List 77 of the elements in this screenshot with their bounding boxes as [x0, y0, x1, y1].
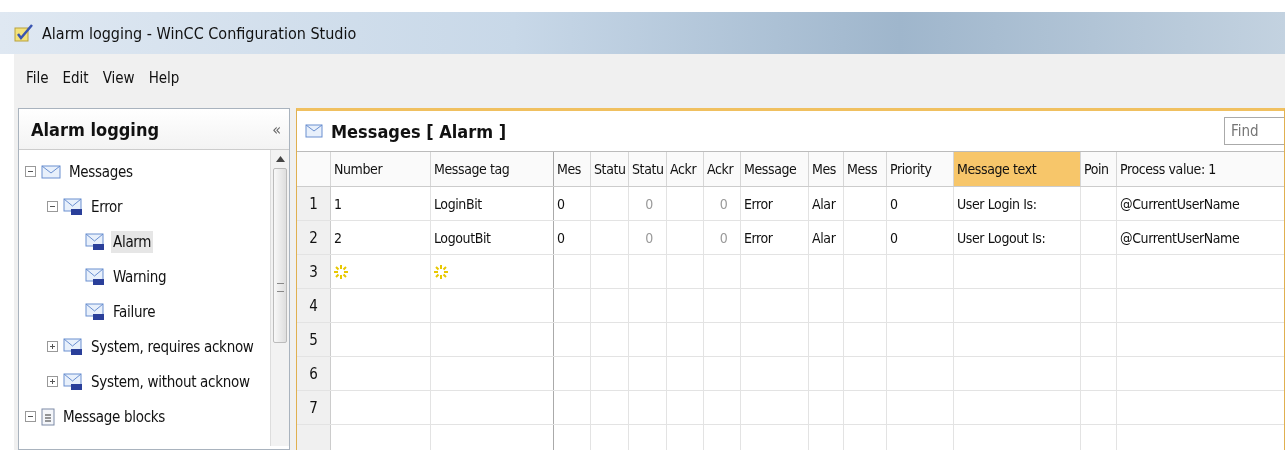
column-header[interactable]: Message [741, 152, 809, 186]
column-header[interactable]: Mes [809, 152, 844, 186]
tree-item[interactable]: Warning [111, 265, 169, 288]
checkbox-pen-icon [14, 24, 34, 42]
panel-title: Alarm logging [31, 118, 160, 140]
row-number[interactable]: 7 [297, 391, 331, 424]
tree-item[interactable]: Message blocks [61, 405, 168, 428]
row-number[interactable]: 4 [297, 289, 331, 322]
row-number[interactable]: 2 [297, 221, 331, 254]
collapse-button[interactable]: « [272, 119, 281, 139]
table-cell: 1 [331, 187, 431, 220]
envelope-icon [63, 372, 83, 391]
expander-icon[interactable] [25, 166, 37, 177]
column-header[interactable]: Ackr [704, 152, 741, 186]
scroll-up-icon[interactable] [275, 156, 285, 162]
menu-item[interactable]: Edit [62, 69, 89, 87]
column-header[interactable]: Mess [844, 152, 887, 186]
column-header[interactable]: Poin [1081, 152, 1117, 186]
new-entry-icon [434, 264, 448, 279]
column-header[interactable]: Ackr [667, 152, 704, 186]
editor-title: Messages [ Alarm ] [331, 120, 508, 142]
envelope-icon [63, 197, 83, 216]
new-entry-icon [334, 264, 348, 279]
table-cell: 0 [887, 221, 954, 254]
table-cell: Error [741, 221, 809, 254]
row-number[interactable]: 3 [297, 255, 331, 288]
table-cell: Alar [809, 187, 844, 220]
table-cell: 0 [629, 187, 667, 220]
search-field[interactable]: Find [1224, 117, 1284, 145]
column-header[interactable]: Mes [554, 152, 591, 186]
table-cell: LogoutBit [431, 221, 554, 254]
row-number[interactable]: 1 [297, 187, 331, 220]
table-cell: 0 [704, 187, 741, 220]
column-header[interactable]: Statu [591, 152, 629, 186]
table-cell: User Login Is: [954, 187, 1081, 220]
tree-item[interactable]: System, requires acknow [89, 335, 256, 358]
column-header[interactable]: Message text [954, 152, 1081, 186]
column-header[interactable]: Process value: 1 [1117, 152, 1284, 186]
tree-item[interactable]: System, without acknow [89, 370, 252, 393]
column-header[interactable]: Priority [887, 152, 954, 186]
envelope-icon [63, 337, 83, 356]
table-cell: Error [741, 187, 809, 220]
table-cell: 0 [629, 221, 667, 254]
table-cell: 0 [554, 187, 591, 220]
menu-item[interactable]: File [26, 69, 49, 87]
tree-item[interactable]: Error [89, 195, 125, 218]
column-header[interactable]: Statu [629, 152, 667, 186]
table-cell: User Logout Is: [954, 221, 1081, 254]
tree-item[interactable]: Alarm [111, 230, 154, 253]
row-number[interactable]: 5 [297, 323, 331, 356]
row-number[interactable]: 6 [297, 357, 331, 390]
table-cell: 0 [704, 221, 741, 254]
envelope-icon [85, 267, 105, 286]
table-cell: 0 [554, 221, 591, 254]
menu-item[interactable]: Help [148, 69, 180, 87]
envelope-icon [41, 163, 61, 180]
tree-item[interactable]: Messages [67, 160, 135, 183]
envelope-icon [85, 232, 105, 251]
envelope-icon [305, 124, 323, 138]
table-cell: 0 [887, 187, 954, 220]
scrollbar[interactable] [270, 150, 289, 446]
column-header[interactable]: Number [331, 152, 431, 186]
expander-icon[interactable] [47, 376, 59, 387]
tree-item[interactable]: Failure [111, 300, 158, 323]
window-title: Alarm logging - WinCC Configuration Studio [42, 23, 357, 43]
expander-icon[interactable] [47, 341, 59, 352]
table-cell: 2 [331, 221, 431, 254]
expander-icon[interactable] [47, 201, 59, 212]
menu-item[interactable]: View [102, 69, 135, 87]
column-header[interactable]: Message tag [431, 152, 554, 186]
table-cell: @CurrentUserName [1117, 187, 1284, 220]
table-cell: @CurrentUserName [1117, 221, 1284, 254]
table-cell: Alar [809, 221, 844, 254]
list-icon [41, 407, 55, 426]
expander-icon[interactable] [25, 411, 37, 422]
table-cell: LoginBit [431, 187, 554, 220]
envelope-icon [85, 302, 105, 321]
